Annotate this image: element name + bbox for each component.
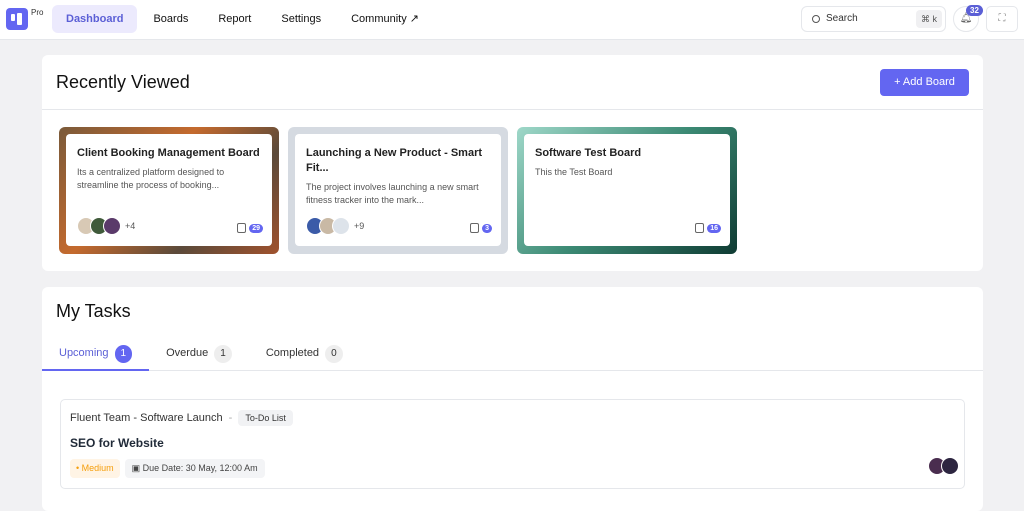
pro-label: Pro	[31, 8, 44, 17]
avatar	[332, 217, 350, 235]
search-shortcut: ⌘ k	[915, 10, 942, 28]
tab-count: 1	[114, 345, 133, 363]
task-count: 16	[695, 223, 721, 233]
fullscreen-icon: ⛶	[998, 13, 1006, 24]
due-date: ▣ Due Date: 30 May, 12:00 Am	[124, 459, 265, 478]
tab-upcoming[interactable]: Upcoming 1	[42, 339, 150, 371]
tab-completed[interactable]: Completed 0	[249, 339, 360, 371]
nav-dashboard[interactable]: Dashboard	[52, 5, 138, 33]
avatar	[103, 217, 121, 235]
nav-community[interactable]: Community ↗	[337, 5, 433, 33]
search-input[interactable]: Search ⌘ k	[801, 6, 946, 32]
board-card[interactable]: Client Booking Management Board Its a ce…	[59, 127, 279, 254]
my-tasks-panel: My Tasks Upcoming 1 Overdue 1 Completed 0 F…	[42, 287, 983, 511]
board-card[interactable]: Launching a New Product - Smart Fit... T…	[288, 127, 508, 254]
tab-overdue[interactable]: Overdue 1	[149, 339, 249, 371]
notification-badge: 32	[966, 5, 983, 16]
board-card[interactable]: Software Test Board This the Test Board …	[517, 127, 737, 254]
fullscreen-button[interactable]: ⛶	[986, 6, 1018, 32]
avatar	[941, 457, 959, 475]
board-description: This the Test Board	[535, 167, 613, 177]
task-count-badge: 29	[249, 223, 263, 233]
more-members: +4	[125, 221, 136, 231]
board-card-body: Launching a New Product - Smart Fit... T…	[295, 134, 501, 246]
task-project: Fluent Team - Software Launch - To-Do List	[70, 410, 293, 426]
tab-label: Completed	[265, 347, 320, 359]
nav-boards[interactable]: Boards	[139, 5, 202, 33]
top-bar: Pro Dashboard Boards Report Settings Com…	[0, 0, 1024, 40]
search-icon	[812, 15, 820, 23]
task-count: 29	[237, 223, 263, 233]
recently-viewed-panel: Recently Viewed + Add Board Client Booki…	[42, 55, 983, 271]
board-title: Client Booking Management Board	[77, 147, 260, 159]
divider	[42, 109, 983, 110]
tab-label: Overdue	[166, 347, 209, 359]
board-card-body: Client Booking Management Board Its a ce…	[66, 134, 272, 246]
recently-viewed-title: Recently Viewed	[56, 72, 190, 92]
task-icon	[237, 223, 247, 233]
project-name[interactable]: Fluent Team - Software Launch	[70, 412, 223, 424]
app-logo[interactable]	[6, 8, 28, 30]
board-title: Software Test Board	[535, 147, 642, 159]
task-item[interactable]: Fluent Team - Software Launch - To-Do List…	[60, 399, 965, 489]
separator: -	[228, 412, 233, 424]
tab-count: 1	[214, 345, 232, 363]
nav-settings[interactable]: Settings	[267, 5, 335, 33]
task-assignees	[928, 457, 959, 475]
board-members: +9	[306, 217, 364, 235]
main-nav: Dashboard Boards Report Settings Communi…	[52, 5, 435, 33]
task-icon	[470, 223, 480, 233]
tab-label: Upcoming	[59, 347, 109, 359]
search-placeholder: Search	[826, 13, 858, 24]
priority-badge: • Medium	[70, 459, 120, 478]
task-meta: • Medium ▣ Due Date: 30 May, 12:00 Am	[70, 459, 265, 478]
tab-count: 0	[325, 345, 343, 363]
board-title: Launching a New Product - Smart Fit...	[306, 147, 483, 174]
task-tabs: Upcoming 1 Overdue 1 Completed 0	[42, 339, 360, 371]
my-tasks-title: My Tasks	[56, 301, 131, 321]
list-badge: To-Do List	[238, 410, 293, 426]
board-card-body: Software Test Board This the Test Board …	[524, 134, 730, 246]
task-count-badge: 16	[707, 223, 721, 233]
board-description: The project involves launching a new sma…	[306, 182, 479, 205]
task-title[interactable]: SEO for Website	[70, 436, 164, 450]
board-members: +4	[77, 217, 135, 235]
board-description: Its a centralized platform designed to s…	[77, 167, 225, 190]
add-board-button[interactable]: + Add Board	[880, 69, 969, 96]
nav-report[interactable]: Report	[204, 5, 265, 33]
task-count: 3	[470, 223, 492, 233]
task-icon	[695, 223, 705, 233]
more-members: +9	[354, 221, 365, 231]
task-count-badge: 3	[482, 223, 492, 233]
